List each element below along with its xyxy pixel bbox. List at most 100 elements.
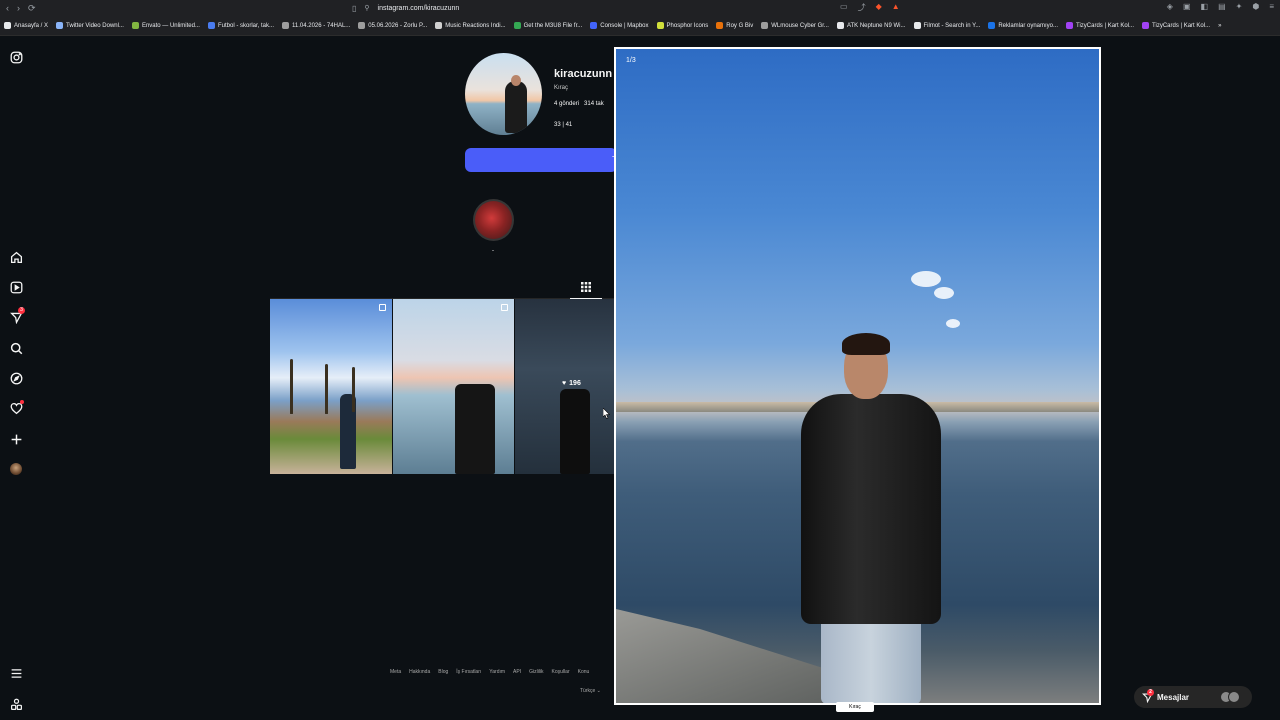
- avatar: [1228, 691, 1240, 703]
- bookmark-item[interactable]: Twitter Video Downl...: [56, 22, 124, 29]
- leo-icon[interactable]: ⬢: [1252, 2, 1259, 11]
- bookmark-label: Reklamlar oynamıyo...: [998, 22, 1059, 29]
- grid-post[interactable]: [270, 299, 392, 474]
- bookmark-label: Anasayfa / X: [14, 22, 49, 29]
- bookmark-label: WLmouse Cyber Gr...: [771, 22, 829, 29]
- forward-icon[interactable]: ›: [17, 3, 20, 14]
- bookmark-item[interactable]: TizyCards | Kart Kol...: [1142, 22, 1210, 29]
- bookmark-label: 11.04.2026 - 74HAL...: [292, 22, 351, 29]
- screenshot-icon[interactable]: ▣: [1183, 2, 1191, 11]
- bookmark-label: Roy G Biv: [726, 22, 754, 29]
- bookmark-label: TizyCards | Kart Kol...: [1152, 22, 1211, 29]
- tagged-user[interactable]: Kıraç: [836, 702, 874, 712]
- footer-link[interactable]: Yardım: [489, 669, 505, 675]
- footer-link[interactable]: Meta: [390, 669, 401, 675]
- cursor-icon: [603, 408, 610, 419]
- grid-post[interactable]: [393, 299, 514, 474]
- reload-icon[interactable]: ⟳: [28, 3, 36, 14]
- address-bar[interactable]: ▯ ⚲ instagram.com/kiracuzunn: [352, 2, 459, 14]
- install-icon[interactable]: ▭: [840, 2, 848, 13]
- story-highlight[interactable]: [473, 199, 514, 241]
- wallet-icon[interactable]: ▤: [1218, 2, 1226, 11]
- share-icon[interactable]: ⤴: [858, 2, 866, 13]
- footer-link[interactable]: Koşullar: [552, 669, 570, 675]
- footer-link[interactable]: İş Fırsatları: [456, 669, 481, 675]
- profile-picture[interactable]: [465, 53, 542, 135]
- bookmark-item[interactable]: Envato — Unlimited...: [131, 22, 200, 29]
- bookmark-item[interactable]: ATK Neptune N9 Wi...: [836, 22, 906, 29]
- bookmark-item[interactable]: Futbol - skorlar, tak...: [207, 22, 274, 29]
- notifications-dot: [20, 400, 24, 404]
- bookmark-icon[interactable]: ▯: [352, 4, 356, 13]
- brave-shield-icon[interactable]: ◆: [876, 2, 882, 13]
- rocks: [616, 609, 826, 703]
- carousel-icon: [379, 304, 386, 311]
- create-icon[interactable]: [8, 431, 24, 447]
- messages-button[interactable]: 2 Mesajlar: [1134, 686, 1252, 708]
- followers-count[interactable]: 314 tak: [584, 101, 604, 107]
- footer-link[interactable]: Blog: [438, 669, 448, 675]
- bookmark-favicon-icon: [56, 22, 64, 29]
- browser-nav: ‹ › ⟳: [0, 3, 60, 14]
- post-photo[interactable]: 1/3: [616, 49, 1099, 703]
- bookmark-item[interactable]: Filmot - Search in Y...: [913, 22, 980, 29]
- bookmark-label: TizyCards | Kart Kol...: [1076, 22, 1135, 29]
- notifications-icon[interactable]: [8, 400, 24, 416]
- back-icon[interactable]: ‹: [6, 3, 9, 14]
- bookmark-item[interactable]: TizyCards | Kart Kol...: [1066, 22, 1134, 29]
- bookmarks-bar: Anasayfa / X Twitter Video Downl... Envato…: [0, 16, 1280, 36]
- bookmarks-overflow-button[interactable]: »: [1218, 23, 1221, 29]
- bookmark-item[interactable]: 11.04.2026 - 74HAL...: [282, 22, 350, 29]
- bookmark-item[interactable]: Get the M3U8 File fr...: [513, 22, 582, 29]
- search-icon[interactable]: [8, 340, 24, 356]
- home-icon[interactable]: [8, 249, 24, 265]
- extension-icon[interactable]: ◈: [1167, 2, 1173, 11]
- reels-icon[interactable]: [8, 279, 24, 295]
- tab-posts[interactable]: [570, 275, 602, 299]
- bookmark-item[interactable]: Roy G Biv: [716, 22, 753, 29]
- address-actions: ▭ ⤴ ◆ ▲: [840, 2, 900, 13]
- language-select[interactable]: Türkçe ⌄: [580, 688, 601, 694]
- bookmark-label: ATK Neptune N9 Wi...: [846, 22, 906, 29]
- bookmark-item[interactable]: Music Reactions Indi...: [435, 22, 506, 29]
- profile-username: kiracuzunn: [554, 68, 613, 80]
- profile-full-name: Kıraç: [554, 85, 569, 91]
- footer-link[interactable]: Hakkında: [409, 669, 430, 675]
- bookmark-item[interactable]: Reklamlar oynamıyo...: [988, 22, 1058, 29]
- bookmark-favicon-icon: [716, 22, 724, 29]
- follow-button[interactable]: T: [465, 148, 617, 172]
- site-info-icon[interactable]: ⚲: [364, 4, 369, 12]
- grid-post[interactable]: ♥ 196: [515, 299, 615, 474]
- footer-link[interactable]: API: [513, 669, 521, 675]
- bookmark-item[interactable]: 05.06.2026 - Zorlu P...: [358, 22, 427, 29]
- instagram-icon[interactable]: [8, 49, 24, 65]
- vpn-icon[interactable]: ✦: [1236, 2, 1243, 11]
- bookmark-item[interactable]: Anasayfa / X: [4, 22, 48, 29]
- footer-link[interactable]: Konu: [578, 669, 590, 675]
- extensions-area: ◈ ▣ ◧ ▤ ✦ ⬢ ≡: [1167, 2, 1274, 11]
- bookmark-label: Twitter Video Downl...: [66, 22, 124, 29]
- post-viewer: 1/3: [614, 47, 1101, 705]
- menu-icon[interactable]: [8, 665, 24, 681]
- profile-bio: 33 | 41: [554, 122, 573, 128]
- chevron-down-icon: ⌄: [596, 688, 601, 694]
- menu-icon[interactable]: ≡: [1269, 2, 1274, 11]
- bookmark-favicon-icon: [4, 22, 11, 29]
- likes-count: 196: [569, 380, 581, 387]
- bookmark-item[interactable]: Console | Mapbox: [590, 22, 649, 29]
- bookmark-item[interactable]: WLmouse Cyber Gr...: [761, 22, 829, 29]
- browser-toolbar: ‹ › ⟳ ▯ ⚲ instagram.com/kiracuzunn ▭ ⤴ ◆…: [0, 0, 1280, 16]
- url-text[interactable]: instagram.com/kiracuzunn: [378, 5, 460, 12]
- meta-apps-icon[interactable]: [8, 696, 24, 712]
- post-likes: ♥ 196: [562, 380, 581, 387]
- footer-links: Meta Hakkında Blog İş Fırsatları Yardım API Gi…: [390, 669, 589, 675]
- brave-rewards-icon[interactable]: ▲: [892, 2, 900, 13]
- footer-link[interactable]: Gizlilik: [529, 669, 543, 675]
- sidebar-toggle-icon[interactable]: ◧: [1201, 2, 1209, 11]
- explore-icon[interactable]: [8, 370, 24, 386]
- bookmark-favicon-icon: [836, 22, 844, 29]
- language-label[interactable]: Türkçe: [580, 688, 595, 694]
- profile-avatar[interactable]: [8, 461, 24, 477]
- bookmark-item[interactable]: Phosphor Icons: [656, 22, 708, 29]
- messages-icon[interactable]: 3: [8, 307, 25, 325]
